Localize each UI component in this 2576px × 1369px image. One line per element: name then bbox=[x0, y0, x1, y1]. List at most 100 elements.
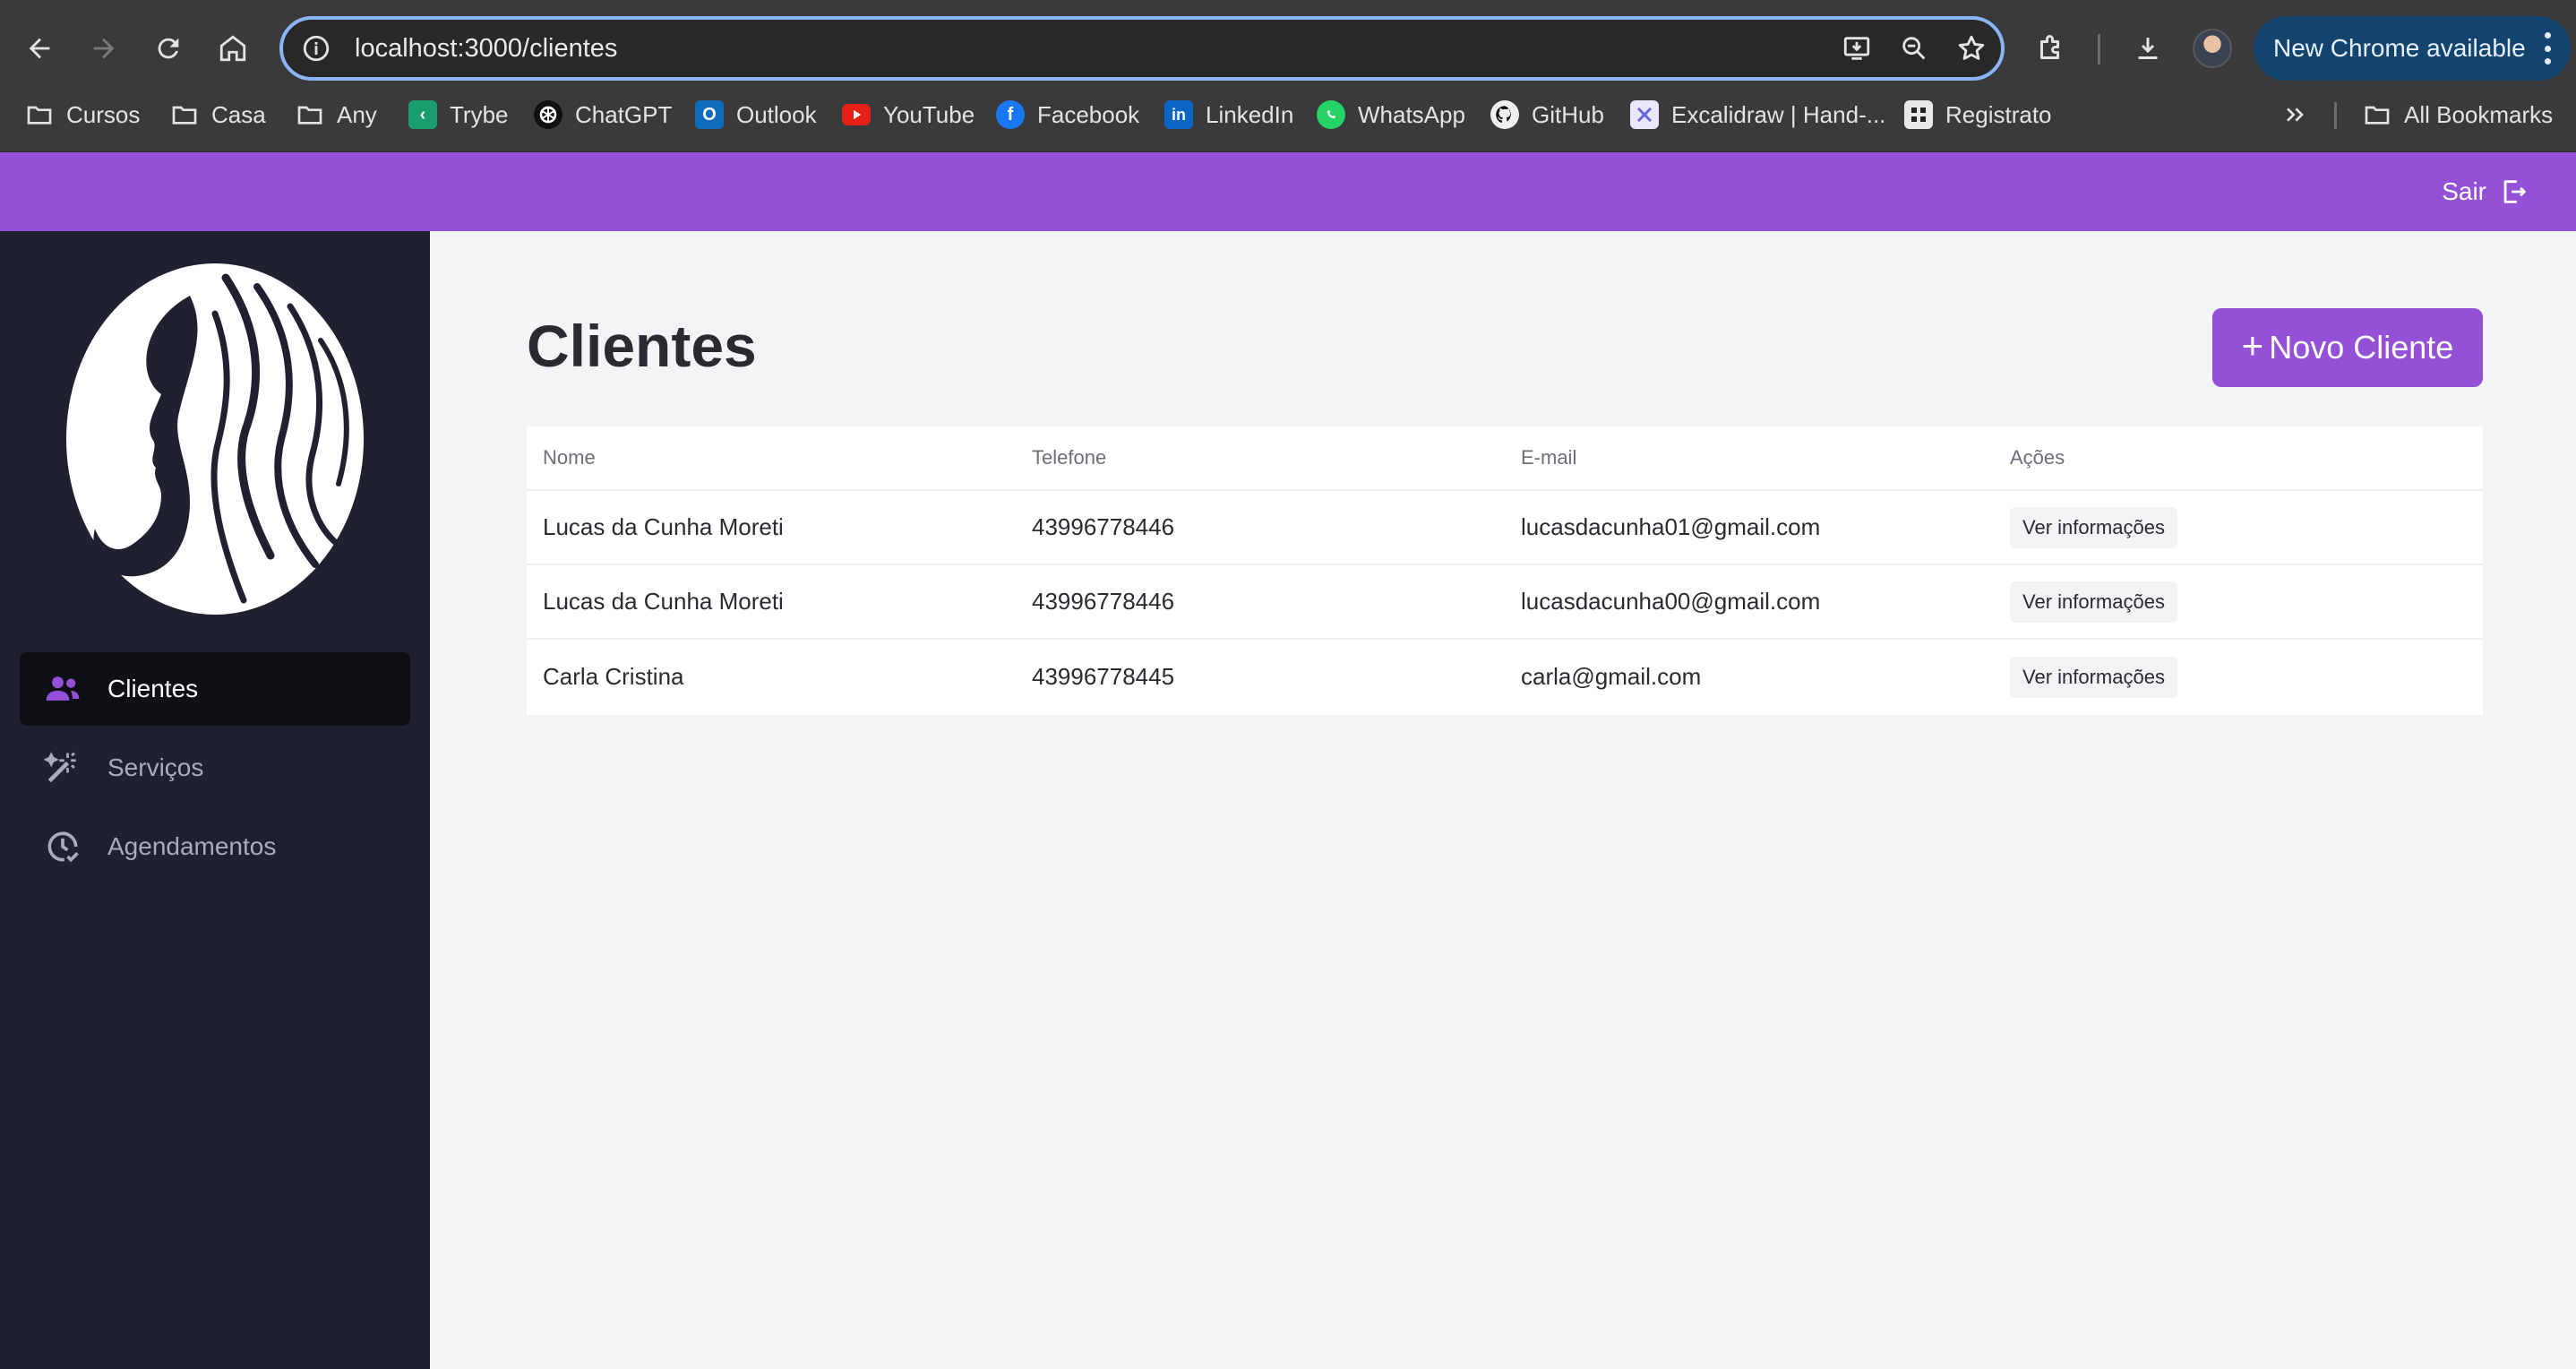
reload-button[interactable] bbox=[143, 23, 193, 73]
column-header-telefone: Telefone bbox=[1032, 446, 1107, 469]
bookmark-label: Registrato bbox=[1945, 100, 2052, 128]
bookmark-label: WhatsApp bbox=[1358, 100, 1465, 128]
sidebar-item-label: Clientes bbox=[107, 675, 199, 702]
arrow-left-icon bbox=[29, 38, 50, 59]
all-bookmarks-button[interactable]: All Bookmarks bbox=[2363, 97, 2553, 133]
all-bookmarks-label: All Bookmarks bbox=[2404, 100, 2554, 128]
column-header-acoes: Ações bbox=[2010, 446, 2065, 469]
bookmark-casa[interactable]: Casa bbox=[170, 97, 266, 133]
new-client-button[interactable]: + Novo Cliente bbox=[2212, 308, 2483, 387]
forward-button[interactable] bbox=[79, 23, 129, 73]
bookmark-registrato[interactable]: Registrato bbox=[1904, 97, 2052, 133]
registrato-icon bbox=[1904, 100, 1933, 129]
cell-acoes: Ver informações bbox=[2010, 565, 2177, 638]
folder-icon bbox=[296, 100, 324, 129]
cell-email: lucasdacunha01@gmail.com bbox=[1521, 513, 1821, 540]
back-button[interactable] bbox=[14, 23, 64, 73]
table-header: Nome Telefone E-mail Ações bbox=[527, 426, 2483, 491]
logout-button[interactable]: Sair bbox=[2442, 152, 2529, 231]
view-info-button[interactable]: Ver informações bbox=[2010, 581, 2177, 623]
chatgpt-icon bbox=[534, 100, 562, 129]
folder-icon bbox=[2363, 100, 2391, 129]
bookmark-label: LinkedIn bbox=[1206, 100, 1294, 128]
bookmark-outlook[interactable]: O Outlook bbox=[695, 97, 817, 133]
bookmark-linkedin[interactable]: in LinkedIn bbox=[1164, 97, 1293, 133]
address-bar[interactable]: localhost:3000/clientes bbox=[279, 16, 2005, 81]
home-icon bbox=[219, 35, 246, 62]
bookmark-excalidraw[interactable]: Excalidraw | Hand-... bbox=[1630, 97, 1885, 133]
bookmark-label: YouTube bbox=[883, 100, 975, 128]
folder-icon bbox=[25, 100, 54, 129]
chevrons-right-icon bbox=[2280, 100, 2309, 129]
clock-check-icon bbox=[47, 831, 79, 863]
folder-icon bbox=[170, 100, 199, 129]
cell-nome: Lucas da Cunha Moreti bbox=[543, 513, 784, 540]
bookmarks-divider bbox=[2334, 102, 2337, 129]
new-client-label: Novo Cliente bbox=[2269, 329, 2454, 366]
logout-icon bbox=[2503, 180, 2526, 203]
url-host: localhost bbox=[355, 33, 458, 63]
bookmark-trybe[interactable]: ‹ Trybe bbox=[408, 97, 509, 133]
excalidraw-icon bbox=[1630, 100, 1659, 129]
whatsapp-icon bbox=[1317, 100, 1345, 129]
bookmark-label: Any bbox=[337, 100, 377, 128]
bookmark-label: Outlook bbox=[736, 100, 817, 128]
magic-wand-icon bbox=[43, 752, 76, 783]
profile-avatar[interactable] bbox=[2193, 29, 2232, 68]
bookmark-chatgpt[interactable]: ChatGPT bbox=[534, 97, 672, 133]
zoom-icon[interactable] bbox=[1899, 33, 1929, 64]
app-header bbox=[0, 152, 2576, 231]
cell-telefone: 43996778446 bbox=[1032, 588, 1175, 615]
sidebar-item-clientes[interactable]: Clientes bbox=[20, 652, 410, 726]
facebook-icon: f bbox=[996, 100, 1025, 129]
salon-logo bbox=[56, 260, 378, 618]
users-icon bbox=[46, 676, 80, 701]
column-header-nome: Nome bbox=[543, 446, 596, 469]
sidebar-item-agendamentos[interactable]: Agendamentos bbox=[20, 810, 410, 883]
view-info-button[interactable]: Ver informações bbox=[2010, 656, 2177, 698]
cell-email: lucasdacunha00@gmail.com bbox=[1521, 588, 1821, 615]
bookmark-label: Facebook bbox=[1037, 100, 1140, 128]
downloads-button[interactable] bbox=[2123, 23, 2173, 73]
arrow-right-icon bbox=[93, 38, 115, 59]
github-icon bbox=[1490, 100, 1519, 129]
bookmark-label: Trybe bbox=[450, 100, 509, 128]
trybe-icon: ‹ bbox=[408, 100, 437, 129]
bookmark-whatsapp[interactable]: WhatsApp bbox=[1317, 97, 1465, 133]
bookmark-youtube[interactable]: YouTube bbox=[842, 97, 975, 133]
cell-telefone: 43996778445 bbox=[1032, 663, 1175, 690]
url-path: :3000/clientes bbox=[457, 33, 618, 63]
bookmark-label: Cursos bbox=[66, 100, 141, 128]
extensions-button[interactable] bbox=[2026, 23, 2076, 73]
kebab-menu-icon[interactable] bbox=[2544, 32, 2551, 65]
table-row: Carla Cristina 43996778445 carla@gmail.c… bbox=[527, 640, 2483, 714]
reload-icon bbox=[158, 38, 179, 59]
bookmark-label: Casa bbox=[211, 100, 266, 128]
home-button[interactable] bbox=[208, 23, 258, 73]
toolbar-divider bbox=[2098, 34, 2100, 65]
page-title: Clientes bbox=[527, 313, 757, 379]
sidebar-item-label: Agendamentos bbox=[107, 832, 277, 860]
sidebar-item-servicos[interactable]: Serviços bbox=[20, 731, 410, 805]
cell-email: carla@gmail.com bbox=[1521, 663, 1702, 690]
info-icon[interactable] bbox=[301, 33, 331, 64]
star-icon[interactable] bbox=[1956, 33, 1987, 64]
outlook-icon: O bbox=[695, 100, 724, 129]
plus-icon: + bbox=[2241, 324, 2264, 366]
view-info-button[interactable]: Ver informações bbox=[2010, 506, 2177, 548]
sidebar-item-label: Serviços bbox=[107, 753, 204, 781]
puzzle-icon bbox=[2040, 35, 2059, 59]
woman-silhouette-logo bbox=[66, 263, 364, 615]
install-app-icon[interactable] bbox=[1842, 33, 1872, 64]
bookmark-cursos[interactable]: Cursos bbox=[25, 97, 140, 133]
url-text[interactable]: localhost:3000/clientes bbox=[355, 34, 617, 64]
new-chrome-available-button[interactable]: New Chrome available bbox=[2254, 16, 2571, 81]
bookmark-github[interactable]: GitHub bbox=[1490, 97, 1604, 133]
logout-label: Sair bbox=[2442, 177, 2486, 205]
bookmark-any[interactable]: Any bbox=[296, 97, 377, 133]
linkedin-icon: in bbox=[1164, 100, 1193, 129]
column-header-email: E-mail bbox=[1521, 446, 1577, 469]
youtube-icon bbox=[842, 104, 871, 125]
bookmark-facebook[interactable]: f Facebook bbox=[996, 97, 1139, 133]
bookmarks-overflow-button[interactable] bbox=[2280, 97, 2309, 133]
